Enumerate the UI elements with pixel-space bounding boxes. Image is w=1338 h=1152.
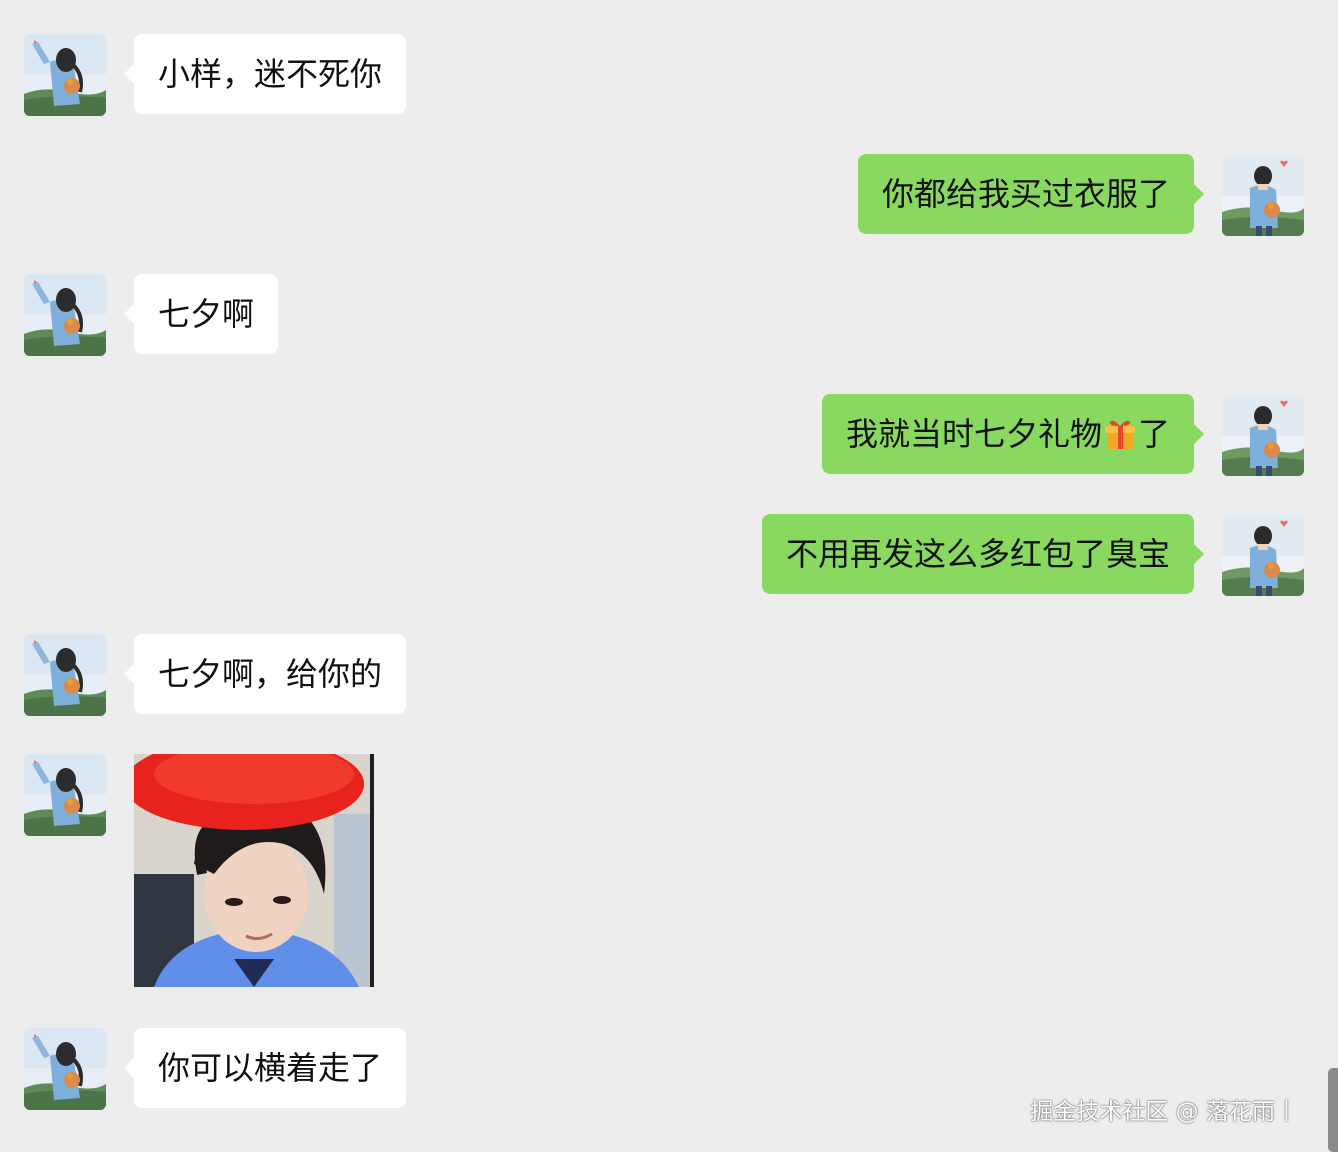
message-row: 我就当时七夕礼物 了 xyxy=(0,394,1338,476)
message-row: 不用再发这么多红包了臭宝 xyxy=(0,514,1338,596)
contact-avatar[interactable] xyxy=(24,274,106,356)
message-bubble[interactable]: 你可以横着走了 xyxy=(123,1028,407,1108)
message-text: 七夕啊，给你的 xyxy=(158,655,383,693)
image-message[interactable] xyxy=(134,754,374,987)
my-avatar[interactable] xyxy=(1222,154,1304,236)
message-bubble[interactable]: 我就当时七夕礼物 了 xyxy=(821,394,1205,474)
my-avatar[interactable] xyxy=(1222,514,1304,596)
contact-avatar[interactable] xyxy=(24,1028,106,1110)
contact-avatar[interactable] xyxy=(24,634,106,716)
message-row: 你都给我买过衣服了 xyxy=(0,154,1338,236)
message-text: 七夕啊 xyxy=(158,295,255,333)
scrollbar[interactable] xyxy=(1328,1068,1338,1152)
watermark: 掘金技术社区 @ 落花雨丨 xyxy=(1030,1099,1298,1125)
message-text: 小样，迷不死你 xyxy=(158,55,383,93)
message-row xyxy=(0,754,1338,988)
message-bubble[interactable]: 你都给我买过衣服了 xyxy=(857,154,1205,234)
message-text: 你都给我买过衣服了 xyxy=(881,175,1170,213)
message-bubble[interactable]: 小样，迷不死你 xyxy=(123,34,407,114)
message-row: 七夕啊，给你的 xyxy=(0,634,1338,716)
message-text-suffix: 了 xyxy=(1137,415,1170,453)
gift-icon xyxy=(1103,400,1137,480)
contact-avatar[interactable] xyxy=(24,34,106,116)
message-text: 不用再发这么多红包了臭宝 xyxy=(785,535,1170,573)
my-avatar[interactable] xyxy=(1222,394,1304,476)
message-bubble[interactable]: 七夕啊，给你的 xyxy=(123,634,407,714)
contact-avatar[interactable] xyxy=(24,754,106,836)
message-text: 我就当时七夕礼物 xyxy=(845,415,1102,453)
message-bubble[interactable]: 七夕啊 xyxy=(123,274,279,354)
message-row: 七夕啊 xyxy=(0,274,1338,356)
message-row: 小样，迷不死你 xyxy=(0,34,1338,116)
message-bubble[interactable]: 不用再发这么多红包了臭宝 xyxy=(761,514,1205,594)
message-text: 你可以横着走了 xyxy=(158,1049,383,1087)
